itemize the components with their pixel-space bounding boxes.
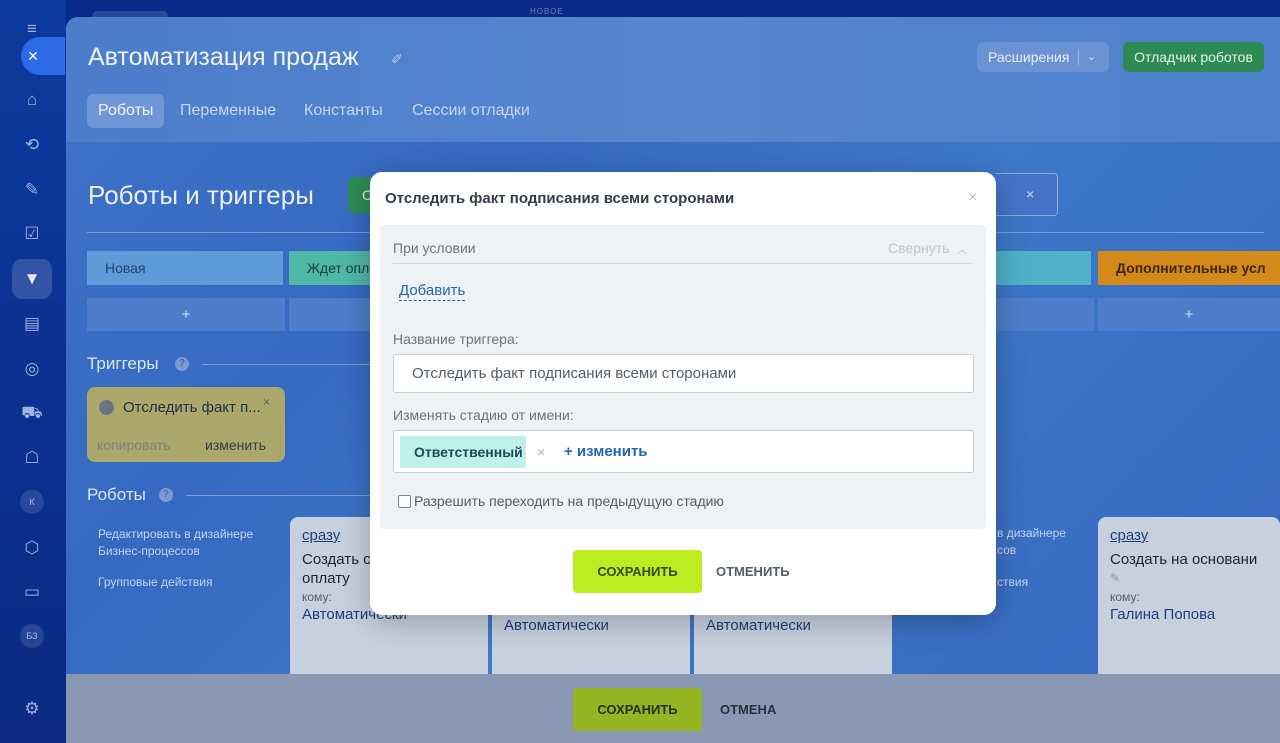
- robot-assignee[interactable]: Автоматически: [706, 617, 880, 634]
- home-icon[interactable]: ⌂: [21, 89, 43, 111]
- trigger-dialog: Отследить факт подписания всеми сторонам…: [370, 172, 996, 615]
- robot-when[interactable]: сразу: [1110, 527, 1268, 544]
- condition-label: При условии: [393, 240, 476, 256]
- section-title: Роботы и триггеры: [88, 180, 314, 210]
- stage-user-selector[interactable]: Ответственный × + изменить: [393, 430, 974, 473]
- divider: [393, 263, 973, 264]
- stage-other[interactable]: [996, 251, 1091, 285]
- robot-icon[interactable]: ☖: [21, 447, 43, 469]
- trigger-name: Отследить факт п...: [123, 399, 261, 416]
- tab-variables[interactable]: Переменные: [180, 94, 276, 128]
- checkbox-icon[interactable]: ☑: [21, 223, 43, 245]
- robot-assignee[interactable]: Галина Попова: [1110, 606, 1268, 623]
- dialog-panel: При условии Свернуть ︿ Добавить Название…: [380, 225, 986, 529]
- dialog-title: Отследить факт подписания всеми сторонам…: [385, 190, 735, 207]
- tab-robots[interactable]: Роботы: [87, 94, 165, 128]
- trigger-status-icon: [99, 400, 114, 415]
- add-condition-link[interactable]: Добавить: [399, 282, 466, 301]
- trigger-card[interactable]: Отследить факт п... × копировать изменит…: [87, 387, 285, 462]
- search-clear-icon[interactable]: ×: [996, 173, 1058, 216]
- responsible-tag-label: Ответственный: [414, 444, 523, 460]
- group-actions-link[interactable]: Групповые действия: [98, 575, 213, 589]
- help-icon[interactable]: ?: [159, 488, 173, 502]
- chevron-down-icon[interactable]: ⌄: [1087, 42, 1096, 72]
- robots-title: Роботы: [87, 485, 146, 504]
- close-icon[interactable]: ×: [968, 189, 977, 207]
- avatar-bz[interactable]: БЗ: [20, 624, 44, 648]
- robot-name: Создать на основани: [1110, 551, 1258, 568]
- allow-previous-stage-checkbox[interactable]: [398, 495, 411, 508]
- remove-tag-icon[interactable]: ×: [537, 436, 545, 468]
- dialog-cancel-button[interactable]: ОТМЕНИТЬ: [716, 550, 790, 593]
- help-icon[interactable]: ?: [175, 357, 189, 371]
- edit-in-bp-designer-link[interactable]: Редактировать в дизайнере Бизнес-процесс…: [98, 526, 278, 560]
- allow-previous-stage-row[interactable]: Разрешить переходить на предыдущую стади…: [398, 493, 724, 509]
- card-icon[interactable]: ▭: [21, 581, 43, 603]
- responsible-tag: Ответственный ×: [400, 436, 545, 468]
- add-trigger-other[interactable]: [996, 298, 1094, 331]
- target-icon[interactable]: ◎: [21, 358, 43, 380]
- robot-assignee[interactable]: Автоматически: [504, 617, 678, 634]
- pencil-icon[interactable]: ✎: [21, 179, 43, 201]
- left-rail: ≡ × ⌂ ⟲ ✎ ☑ ▼ ▤ ◎ ⛟ ☖ К ⬡ ▭ БЗ ⚙: [0, 0, 66, 743]
- add-trigger-new[interactable]: +: [87, 298, 285, 331]
- robot-to-label: кому:: [1110, 590, 1140, 604]
- footer-cancel-button[interactable]: ОТМЕНА: [720, 688, 776, 731]
- gear-icon[interactable]: ⚙: [21, 698, 43, 720]
- tab-constants[interactable]: Константы: [304, 94, 383, 128]
- new-label: НОВОЕ: [530, 7, 564, 16]
- trigger-name-input[interactable]: Отследить факт подписания всеми сторонам…: [393, 354, 974, 393]
- copy-trigger-link[interactable]: копировать: [97, 437, 171, 453]
- divider: [186, 495, 372, 496]
- extensions-label: Расширения: [988, 49, 1070, 65]
- footer-save-button[interactable]: СОХРАНИТЬ: [573, 688, 702, 731]
- add-trigger-waiting[interactable]: [289, 298, 371, 331]
- stage-new[interactable]: Новая: [87, 251, 283, 285]
- pin-icon[interactable]: ✐: [391, 51, 403, 68]
- delete-trigger-icon[interactable]: ×: [263, 395, 270, 409]
- stage-waiting[interactable]: Ждет опл: [289, 251, 371, 285]
- document-edit-icon[interactable]: ▤: [21, 313, 43, 335]
- funnel-icon[interactable]: ▼: [21, 268, 43, 290]
- flow-icon[interactable]: ⟲: [21, 134, 43, 156]
- box-icon[interactable]: ⬡: [21, 537, 43, 559]
- close-slider-icon[interactable]: ×: [21, 37, 65, 75]
- collapse-toggle[interactable]: Свернуть ︿: [888, 240, 967, 257]
- footer-bar: СОХРАНИТЬ ОТМЕНА: [66, 674, 1280, 743]
- trigger-name-label: Название триггера:: [393, 331, 519, 347]
- stage-extra-conditions[interactable]: Дополнительные усл: [1098, 251, 1280, 285]
- group-actions-right[interactable]: ствия: [997, 575, 1028, 589]
- robot-debugger-button[interactable]: Отладчик роботов: [1123, 42, 1264, 72]
- cart-icon[interactable]: ⛟: [21, 402, 43, 424]
- page-title: Автоматизация продаж: [88, 43, 359, 71]
- change-stage-label: Изменять стадию от имени:: [393, 407, 574, 423]
- change-user-link[interactable]: + изменить: [564, 436, 648, 468]
- dialog-save-button[interactable]: СОХРАНИТЬ: [573, 550, 702, 593]
- extensions-button[interactable]: Расширения ⌄: [977, 42, 1109, 72]
- edit-in-designer-right[interactable]: в дизайнере: [997, 526, 1066, 540]
- tab-debug-sessions[interactable]: Сессии отладки: [412, 94, 530, 128]
- triggers-title: Триггеры: [87, 354, 159, 373]
- allow-previous-stage-label: Разрешить переходить на предыдущую стади…: [414, 493, 724, 509]
- divider: [202, 364, 372, 365]
- edit-trigger-link[interactable]: изменить: [205, 437, 266, 453]
- edit-in-designer-right-2[interactable]: сов: [997, 543, 1016, 557]
- avatar-k[interactable]: К: [20, 490, 44, 514]
- divider: [1078, 49, 1079, 65]
- chevron-up-icon: ︿: [953, 244, 968, 256]
- add-trigger-extra[interactable]: +: [1098, 298, 1280, 331]
- pencil-icon[interactable]: ✎: [1110, 569, 1268, 588]
- collapse-label: Свернуть: [888, 240, 950, 256]
